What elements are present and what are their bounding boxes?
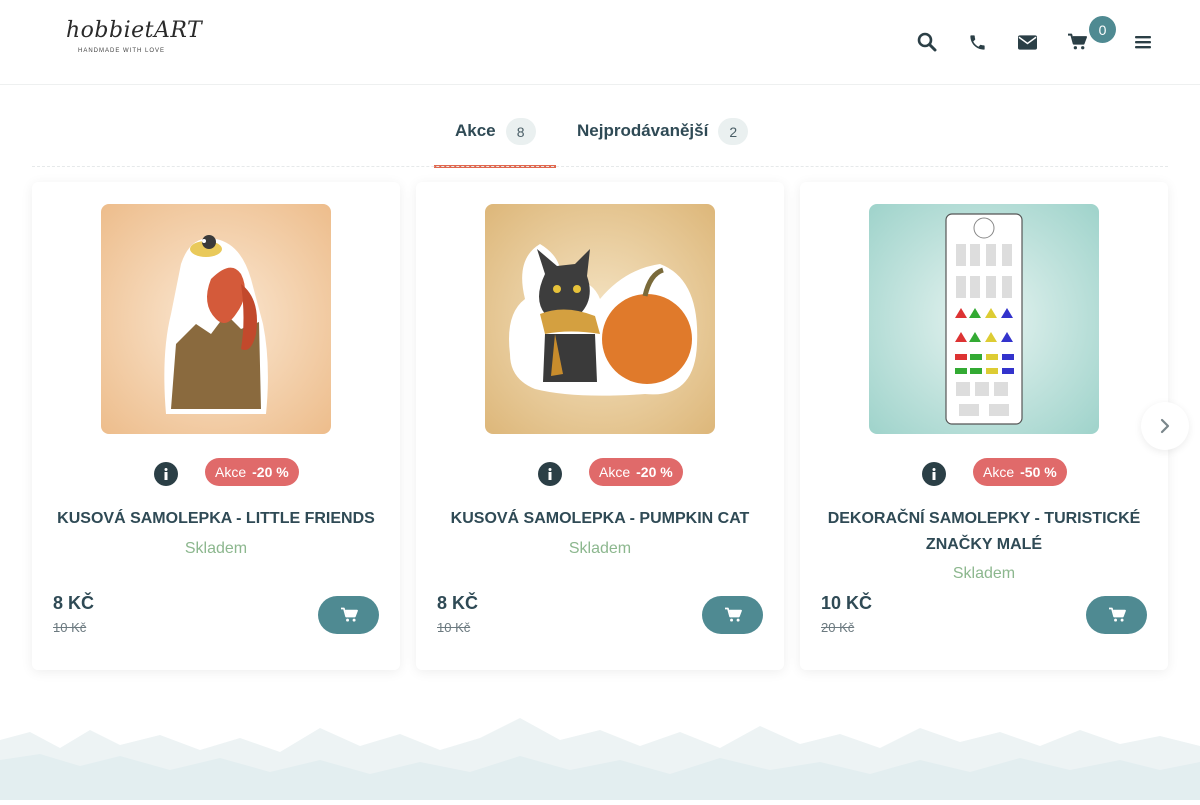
sale-badge: Akce -20 % <box>205 458 299 486</box>
sale-badge: Akce -50 % <box>973 458 1067 486</box>
discount-percent: -20 % <box>636 464 673 480</box>
tabs-divider <box>32 166 1168 167</box>
original-price: 20 Kč <box>821 620 855 635</box>
site-logo[interactable]: hobbietART HANDMADE WITH LOVE <box>66 18 203 68</box>
tab-akce[interactable]: Akce 8 <box>434 108 556 168</box>
search-icon[interactable] <box>915 30 939 54</box>
logo-tagline: HANDMADE WITH LOVE <box>78 48 166 54</box>
product-price: 10 KČ <box>821 593 873 613</box>
carousel-next-button[interactable] <box>1141 402 1189 450</box>
stock-status: Skladem <box>184 540 248 557</box>
menu-icon[interactable] <box>1131 30 1155 54</box>
product-image[interactable] <box>485 204 715 434</box>
cart-count-badge: 0 <box>1089 16 1116 43</box>
cart-icon <box>1108 607 1126 622</box>
site-header: hobbietART HANDMADE WITH LOVE 0 <box>0 0 1200 85</box>
stock-status: Skladem <box>568 540 632 557</box>
sale-badge: Akce -20 % <box>589 458 683 486</box>
product-price: 8 KČ <box>437 593 479 613</box>
envelope-icon[interactable] <box>1015 30 1039 54</box>
product-image[interactable] <box>869 204 1099 434</box>
cart-icon[interactable] <box>1065 30 1089 54</box>
cart-icon <box>724 607 742 622</box>
product-image[interactable] <box>101 204 331 434</box>
logo-text: hobbietART <box>66 18 203 43</box>
footer-mountains-decoration <box>0 710 1200 800</box>
sale-label: Akce <box>983 464 1015 480</box>
tab-label: Nejprodávanější <box>577 121 709 140</box>
add-to-cart-button[interactable] <box>318 596 379 634</box>
phone-icon[interactable] <box>965 30 989 54</box>
tab-count-badge: 8 <box>505 118 536 145</box>
tab-count-badge: 2 <box>718 118 749 145</box>
original-price: 10 Kč <box>437 620 471 635</box>
tab-nejprodavanejsi[interactable]: Nejprodávanější 2 <box>577 108 757 168</box>
original-price: 10 Kč <box>53 620 87 635</box>
product-title[interactable]: KUSOVÁ SAMOLEPKA - LITTLE FRIENDS <box>48 506 384 532</box>
product-card[interactable]: Akce -20 % KUSOVÁ SAMOLEPKA - LITTLE FRI… <box>32 182 400 670</box>
sale-label: Akce <box>215 464 247 480</box>
add-to-cart-button[interactable] <box>702 596 763 634</box>
chevron-right-icon <box>1160 418 1170 434</box>
info-icon[interactable] <box>154 462 178 486</box>
product-card[interactable]: Akce -20 % KUSOVÁ SAMOLEPKA - PUMPKIN CA… <box>416 182 784 670</box>
discount-percent: -50 % <box>1020 464 1057 480</box>
discount-percent: -20 % <box>252 464 289 480</box>
product-title[interactable]: DEKORAČNÍ SAMOLEPKY - TURISTICKÉ ZNAČKY … <box>816 506 1152 558</box>
product-card[interactable]: Akce -50 % DEKORAČNÍ SAMOLEPKY - TURISTI… <box>800 182 1168 670</box>
cart-icon <box>340 607 358 622</box>
stock-status: Skladem <box>952 565 1016 582</box>
info-icon[interactable] <box>538 462 562 486</box>
product-title[interactable]: KUSOVÁ SAMOLEPKA - PUMPKIN CAT <box>432 506 768 532</box>
info-icon[interactable] <box>922 462 946 486</box>
tab-label: Akce <box>455 121 496 140</box>
product-price: 8 KČ <box>53 593 95 613</box>
sale-label: Akce <box>599 464 631 480</box>
add-to-cart-button[interactable] <box>1086 596 1147 634</box>
